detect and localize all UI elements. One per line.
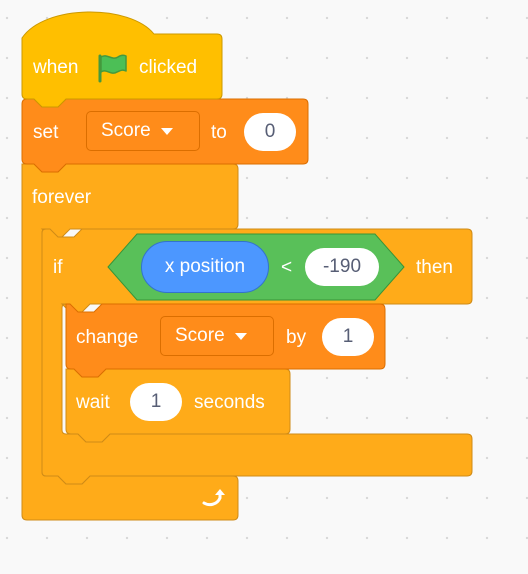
script-blocks [21,11,473,521]
compare-value-input[interactable]: -190 [305,248,379,286]
wait-value-input[interactable]: 1 [130,383,182,421]
forever-label: forever [32,187,92,208]
change-label: change [76,327,139,348]
to-label: to [211,122,227,143]
when-label: when [33,57,79,78]
set-value-input[interactable]: 0 [244,113,296,151]
less-than-symbol: < [281,257,293,278]
x-position-reporter[interactable]: x position [141,241,269,293]
if-label: if [53,257,63,278]
set-label: set [33,122,59,143]
by-label: by [286,327,307,348]
variable-dropdown-value: Score [101,120,151,141]
change-value-input[interactable]: 1 [322,318,374,356]
chevron-down-icon [234,332,247,340]
change-variable-dropdown[interactable]: Score [160,316,274,356]
seconds-label: seconds [194,392,265,413]
variable-dropdown[interactable]: Score [86,111,200,151]
change-variable-dropdown-value: Score [175,325,225,346]
then-label: then [416,257,453,278]
chevron-down-icon [160,127,173,135]
wait-label: wait [76,392,110,413]
clicked-label: clicked [139,57,198,78]
code-canvas[interactable]: when clicked set Score to 0 forever if x… [0,0,528,574]
